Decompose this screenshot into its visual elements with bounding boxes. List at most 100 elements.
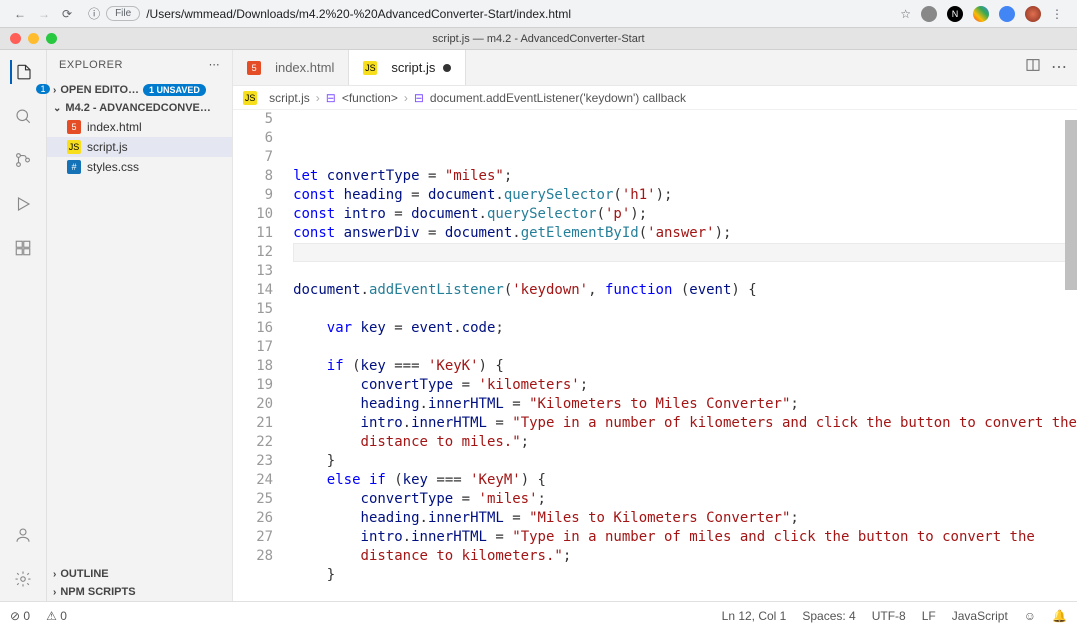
activity-extensions[interactable]: [11, 236, 35, 260]
forward-button[interactable]: →: [32, 7, 56, 21]
line-number: 20: [233, 395, 273, 414]
line-number: 18: [233, 357, 273, 376]
open-editors-header[interactable]: › OPEN EDITO… 1 UNSAVED: [47, 81, 232, 99]
chrome-menu-icon[interactable]: ⋮: [1051, 7, 1063, 21]
code-line[interactable]: [293, 300, 1077, 319]
status-bar: ⊘ 0 ⚠ 0 Ln 12, Col 1 Spaces: 4 UTF-8 LF …: [0, 601, 1077, 629]
chevron-right-icon: ›: [404, 91, 408, 105]
file-entry-script.js[interactable]: JSscript.js: [47, 137, 232, 157]
browser-toolbar: ← → ⟳ ⓘ File /Users/wmmead/Downloads/m4.…: [0, 0, 1077, 28]
code-line[interactable]: distance to kilometers.";: [293, 547, 1077, 566]
back-button[interactable]: ←: [8, 7, 32, 21]
activity-run-debug[interactable]: [11, 192, 35, 216]
line-gutter: 5678910111213141516171819202122232425262…: [233, 110, 293, 601]
warning-icon: ⚠: [46, 609, 57, 623]
activity-bar: 1: [0, 50, 47, 601]
line-number: 22: [233, 433, 273, 452]
code-line[interactable]: document.addEventListener('keydown', fun…: [293, 281, 1077, 300]
file-name: script.js: [87, 140, 128, 154]
status-encoding[interactable]: UTF-8: [872, 609, 906, 623]
code-line[interactable]: heading.innerHTML = "Kilometers to Miles…: [293, 395, 1077, 414]
address-bar[interactable]: ⓘ File /Users/wmmead/Downloads/m4.2%20-%…: [88, 5, 900, 22]
tab-bar: 5 index.html JSscript.js ⋯: [233, 50, 1077, 86]
breadcrumb-scope2[interactable]: document.addEventListener('keydown') cal…: [430, 91, 686, 105]
explorer-title: EXPLORER: [59, 59, 123, 71]
code-editor[interactable]: 5678910111213141516171819202122232425262…: [233, 110, 1077, 601]
code-line[interactable]: const intro = document.querySelector('p'…: [293, 205, 1077, 224]
line-highlight: [293, 243, 1077, 262]
error-icon: ⊘: [10, 609, 20, 623]
profile-avatar[interactable]: [1025, 6, 1041, 22]
extension-icon-2[interactable]: N: [947, 6, 963, 22]
line-number: 6: [233, 129, 273, 148]
explorer-badge: 1: [36, 84, 50, 94]
file-entry-index.html[interactable]: 5index.html: [47, 117, 232, 137]
editor-more-icon[interactable]: ⋯: [1051, 57, 1067, 78]
code-line[interactable]: [293, 262, 1077, 281]
breadcrumb-file[interactable]: script.js: [269, 91, 310, 105]
code-line[interactable]: if (key === 'KeyK') {: [293, 357, 1077, 376]
status-cursor[interactable]: Ln 12, Col 1: [722, 609, 787, 623]
js-file-icon: JS: [243, 91, 257, 105]
status-spaces[interactable]: Spaces: 4: [802, 609, 855, 623]
tab-script.js[interactable]: JSscript.js: [349, 50, 466, 85]
reload-button[interactable]: ⟳: [56, 7, 78, 21]
code-lines[interactable]: let convertType = "miles";const heading …: [293, 110, 1077, 601]
code-line[interactable]: distance to miles.";: [293, 433, 1077, 452]
extension-icon-4[interactable]: [999, 6, 1015, 22]
code-line[interactable]: }: [293, 452, 1077, 471]
window-titlebar: script.js — m4.2 - AdvancedConverter-Sta…: [0, 28, 1077, 50]
editor-scrollbar[interactable]: [1065, 110, 1077, 601]
line-number: 19: [233, 376, 273, 395]
feedback-icon[interactable]: ☺: [1024, 609, 1036, 623]
activity-settings[interactable]: [11, 567, 35, 591]
code-line[interactable]: [293, 585, 1077, 601]
method-icon: ⊟: [326, 91, 336, 105]
code-line[interactable]: heading.innerHTML = "Miles to Kilometers…: [293, 509, 1077, 528]
status-language[interactable]: JavaScript: [952, 609, 1008, 623]
tab-label: index.html: [275, 60, 334, 75]
url-scheme-pill: File: [106, 6, 140, 21]
breadcrumbs[interactable]: JS script.js › ⊟ <function> › ⊟ document…: [233, 86, 1077, 110]
activity-explorer[interactable]: 1: [10, 60, 34, 84]
explorer-more-icon[interactable]: ⋯: [209, 58, 221, 71]
code-line[interactable]: convertType = 'miles';: [293, 490, 1077, 509]
tab-index.html[interactable]: 5 index.html: [233, 50, 349, 85]
code-line[interactable]: var key = event.code;: [293, 319, 1077, 338]
status-warnings[interactable]: ⚠ 0: [46, 609, 67, 623]
code-line[interactable]: intro.innerHTML = "Type in a number of k…: [293, 414, 1077, 433]
code-line[interactable]: intro.innerHTML = "Type in a number of m…: [293, 528, 1077, 547]
split-editor-icon[interactable]: [1025, 57, 1041, 78]
extension-icon-1[interactable]: [921, 6, 937, 22]
breadcrumb-scope1[interactable]: <function>: [342, 91, 398, 105]
line-number: 16: [233, 319, 273, 338]
chevron-down-icon: ⌄: [53, 103, 61, 114]
chevron-right-icon: ›: [53, 587, 56, 598]
status-eol[interactable]: LF: [922, 609, 936, 623]
bookmark-star-icon[interactable]: ☆: [900, 7, 911, 21]
code-line[interactable]: const answerDiv = document.getElementByI…: [293, 224, 1077, 243]
code-line[interactable]: const heading = document.querySelector('…: [293, 186, 1077, 205]
line-number: 24: [233, 471, 273, 490]
code-line[interactable]: [293, 338, 1077, 357]
activity-accounts[interactable]: [11, 523, 35, 547]
activity-source-control[interactable]: [11, 148, 35, 172]
outline-header[interactable]: › OUTLINE: [47, 565, 232, 583]
code-line[interactable]: else if (key === 'KeyM') {: [293, 471, 1077, 490]
line-number: 15: [233, 300, 273, 319]
scroll-thumb[interactable]: [1065, 120, 1077, 290]
activity-search[interactable]: [11, 104, 35, 128]
npm-scripts-header[interactable]: › NPM SCRIPTS: [47, 583, 232, 601]
html-file-icon: 5: [247, 61, 261, 75]
code-line[interactable]: convertType = 'kilometers';: [293, 376, 1077, 395]
code-line[interactable]: let convertType = "miles";: [293, 167, 1077, 186]
tab-label: script.js: [391, 60, 435, 75]
folder-header[interactable]: ⌄ M4.2 - ADVANCEDCONVE…: [47, 99, 232, 117]
extension-icon-3[interactable]: [973, 6, 989, 22]
file-entry-styles.css[interactable]: #styles.css: [47, 157, 232, 177]
notifications-icon[interactable]: 🔔: [1052, 609, 1067, 623]
line-number: 11: [233, 224, 273, 243]
code-line[interactable]: }: [293, 566, 1077, 585]
chevron-right-icon: ›: [316, 91, 320, 105]
status-errors[interactable]: ⊘ 0: [10, 609, 30, 623]
